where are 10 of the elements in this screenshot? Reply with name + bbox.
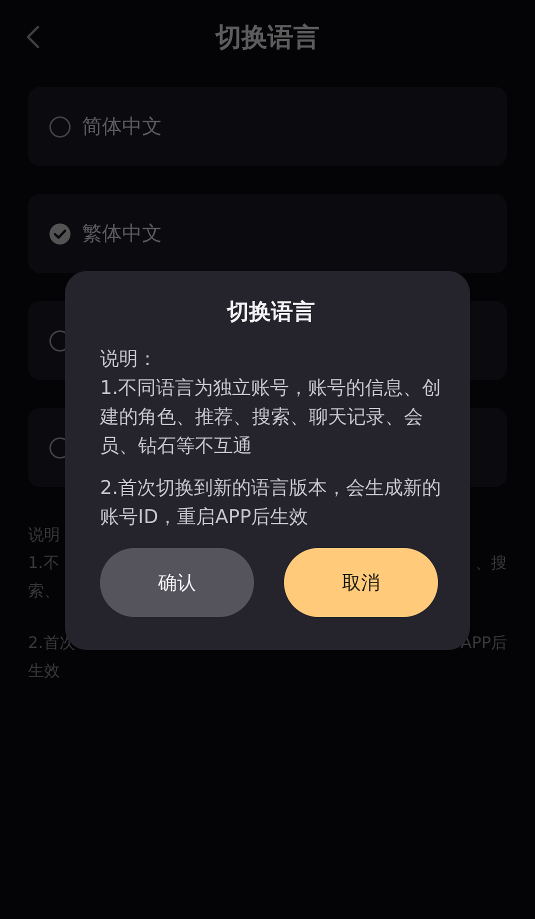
- language-label: 简体中文: [82, 113, 162, 140]
- back-icon[interactable]: [26, 25, 40, 49]
- language-label: 繁体中文: [82, 220, 162, 247]
- confirm-button[interactable]: 确认: [100, 548, 254, 617]
- cancel-button[interactable]: 取消: [284, 548, 438, 617]
- page-title: 切换语言: [216, 22, 320, 55]
- dialog-text: 1.不同语言为独立账号，账号的信息、创建的角色、推荐、搜索、聊天记录、会员、钻石等不互通: [100, 376, 442, 459]
- dialog-heading: 说明：: [100, 347, 158, 372]
- dialog-title: 切换语言: [226, 298, 316, 327]
- dialog-text: 2.首次切换到新的语言版本，会生成新的账号ID，重启APP后生效: [100, 476, 442, 530]
